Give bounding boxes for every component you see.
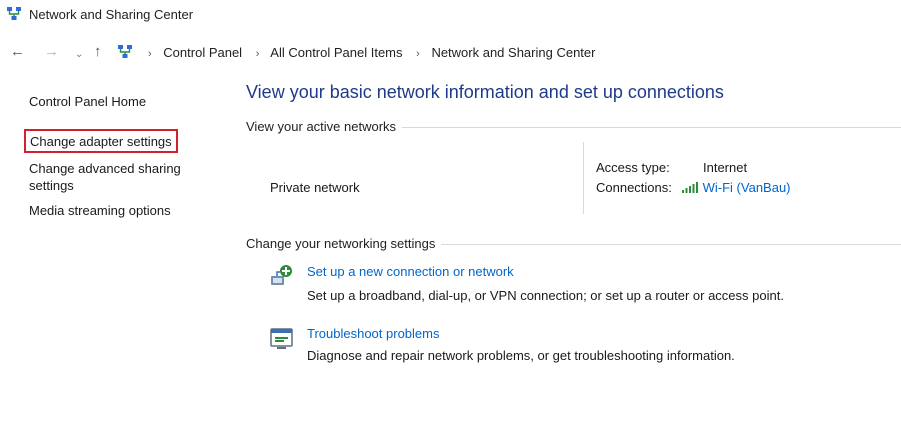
recent-locations-button[interactable]: ⌄ <box>75 47 83 63</box>
divider <box>583 142 584 214</box>
breadcrumb-control-panel[interactable]: Control Panel <box>163 45 242 60</box>
troubleshoot-icon <box>270 328 293 349</box>
forward-button[interactable]: → <box>44 44 59 60</box>
network-name: Private network <box>270 180 360 195</box>
address-bar: ← → ⌄ ↑ › Control Panel › All Control Pa… <box>0 38 901 68</box>
breadcrumb-all-items[interactable]: All Control Panel Items <box>270 45 402 60</box>
breadcrumb-separator: › <box>255 48 260 60</box>
up-button[interactable]: ↑ <box>94 44 102 60</box>
wifi-connection[interactable]: Wi-Fi (VanBau) <box>681 180 791 195</box>
change-settings-heading: Change your networking settings <box>246 236 442 251</box>
connections-label: Connections: <box>596 180 672 195</box>
sidebar-item-change-advanced-sharing[interactable]: Change advanced sharing settings <box>29 160 199 194</box>
breadcrumb-network-center[interactable]: Network and Sharing Center <box>431 45 595 60</box>
sidebar-item-change-adapter-settings[interactable]: Change adapter settings <box>24 129 178 153</box>
active-networks-heading: View your active networks <box>246 119 403 134</box>
troubleshoot-problems-link[interactable]: Troubleshoot problems <box>307 326 439 341</box>
wifi-signal-icon <box>682 182 698 193</box>
new-connection-icon <box>271 265 292 285</box>
back-button[interactable]: ← <box>10 44 25 60</box>
wifi-connection-link[interactable]: Wi-Fi (VanBau) <box>703 180 791 195</box>
window-title: Network and Sharing Center <box>29 7 194 22</box>
control-panel-icon <box>118 45 132 58</box>
breadcrumb: › Control Panel › All Control Panel Item… <box>142 45 595 60</box>
title-bar: Network and Sharing Center <box>0 0 901 30</box>
breadcrumb-separator: › <box>148 48 152 60</box>
breadcrumb-separator: › <box>416 48 420 60</box>
troubleshoot-problems-description: Diagnose and repair network problems, or… <box>307 348 735 363</box>
sidebar-item-media-streaming[interactable]: Media streaming options <box>29 202 171 219</box>
access-type-label: Access type: <box>596 160 670 175</box>
setup-new-connection-link[interactable]: Set up a new connection or network <box>307 264 514 279</box>
network-center-icon <box>7 7 21 20</box>
access-type-value: Internet <box>703 160 748 175</box>
page-title: View your basic network information and … <box>246 82 724 102</box>
setup-new-connection-description: Set up a broadband, dial-up, or VPN conn… <box>307 288 784 303</box>
sidebar-item-control-panel-home[interactable]: Control Panel Home <box>29 93 146 110</box>
